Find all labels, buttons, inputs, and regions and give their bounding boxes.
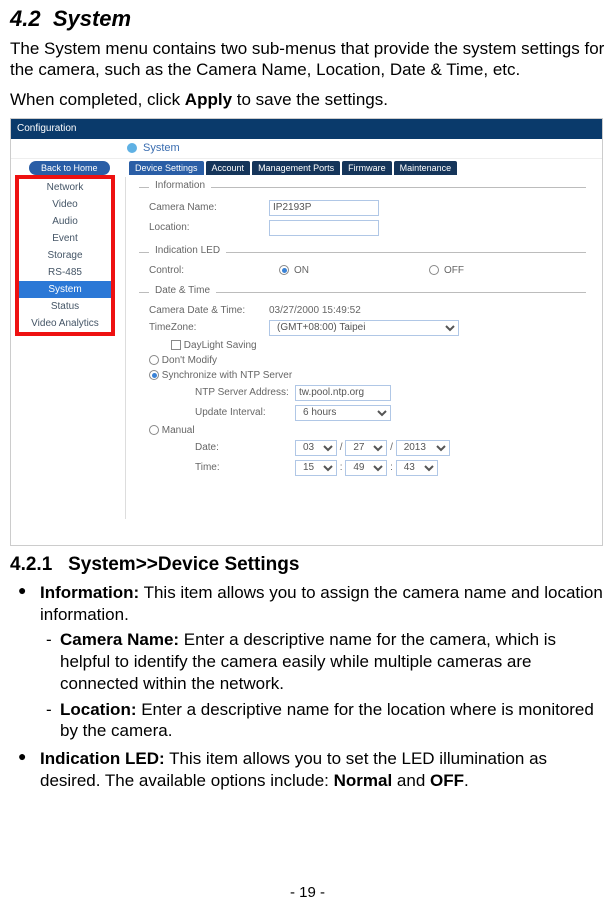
manual-radio[interactable]: Manual — [149, 425, 586, 436]
sidebar-item-event[interactable]: Event — [19, 230, 111, 247]
dash-camera-name: Camera Name: Enter a descriptive name fo… — [60, 629, 605, 694]
ntp-addr-label: NTP Server Address: — [195, 387, 295, 398]
section-number: 4.2 — [10, 6, 41, 31]
subsection-heading: 4.2.1 System>>Device Settings — [10, 554, 605, 576]
back-to-home-button[interactable]: Back to Home — [29, 161, 110, 175]
camera-name-input[interactable] — [269, 200, 379, 216]
camera-name-bold: Camera Name: — [60, 630, 179, 649]
tab-account[interactable]: Account — [206, 161, 251, 175]
manual-date-label: Date: — [195, 442, 295, 453]
apply-bold: Apply — [185, 90, 232, 109]
system-screenshot: Configuration System Device Settings Acc… — [10, 118, 603, 546]
breadcrumb-dot-icon — [127, 143, 137, 153]
date-year-select[interactable]: 2013 — [396, 440, 450, 456]
daylight-saving-row[interactable]: DayLight Saving — [171, 340, 586, 351]
sidebar-item-audio[interactable]: Audio — [19, 213, 111, 230]
section-para-1: The System menu contains two sub-menus t… — [10, 38, 605, 81]
timezone-select[interactable]: (GMT+08:00) Taipei — [269, 320, 459, 336]
breadcrumb-system: System — [143, 142, 180, 154]
camera-dt-value: 03/27/2000 15:49:52 — [269, 305, 361, 316]
section-title-text: System — [53, 6, 131, 31]
led-off-radio[interactable]: OFF — [429, 265, 464, 276]
subsection-number: 4.2.1 — [10, 554, 52, 575]
content-area: Information Camera Name: Location: Indic… — [131, 177, 594, 539]
sidebar-item-system[interactable]: System — [19, 281, 111, 298]
information-bold: Information: — [40, 583, 139, 602]
vertical-divider — [125, 177, 126, 519]
checkbox-icon — [171, 340, 181, 350]
dash-location: Location: Enter a descriptive name for t… — [60, 699, 605, 743]
radio-on-icon — [279, 265, 289, 275]
camera-dt-label: Camera Date & Time: — [149, 305, 269, 316]
indication-led-legend: Indication LED — [149, 245, 226, 256]
sidebar-item-video-analytics[interactable]: Video Analytics — [19, 315, 111, 332]
manual-time-label: Time: — [195, 462, 295, 473]
time-min-select[interactable]: 49 — [345, 460, 387, 476]
bullet-indication-led: Indication LED: This item allows you to … — [40, 748, 605, 792]
update-interval-select[interactable]: 6 hours — [295, 405, 391, 421]
bullet-information: Information: This item allows you to ass… — [40, 582, 605, 742]
dont-modify-radio[interactable]: Don't Modify — [149, 355, 586, 366]
sidebar: Network Video Audio Event Storage RS-485… — [15, 175, 115, 336]
information-fieldset: Information Camera Name: Location: — [139, 187, 586, 236]
section-para-2: When completed, click Apply to save the … — [10, 89, 605, 110]
location-bold: Location: — [60, 700, 137, 719]
daylight-label: DayLight Saving — [184, 340, 257, 351]
control-label: Control: — [149, 265, 269, 276]
camera-name-label: Camera Name: — [149, 202, 269, 213]
breadcrumb: System — [11, 139, 602, 159]
time-sec-select[interactable]: 43 — [396, 460, 438, 476]
datetime-legend: Date & Time — [149, 285, 216, 296]
tab-device-settings[interactable]: Device Settings — [129, 161, 204, 175]
location-label: Location: — [149, 222, 269, 233]
indication-led-bold: Indication LED: — [40, 749, 165, 768]
ntp-addr-input[interactable] — [295, 385, 391, 401]
led-on-radio[interactable]: ON — [279, 265, 309, 276]
config-label: Configuration — [17, 123, 76, 134]
radio-icon — [149, 355, 159, 365]
sidebar-item-video[interactable]: Video — [19, 196, 111, 213]
location-input[interactable] — [269, 220, 379, 236]
information-legend: Information — [149, 180, 211, 191]
bullet-list: Information: This item allows you to ass… — [10, 582, 605, 792]
date-day-select[interactable]: 27 — [345, 440, 387, 456]
tab-firmware[interactable]: Firmware — [342, 161, 392, 175]
config-header-bar: Configuration — [11, 119, 602, 139]
sidebar-item-network[interactable]: Network — [19, 179, 111, 196]
datetime-fieldset: Date & Time Camera Date & Time: 03/27/20… — [139, 292, 586, 476]
sidebar-item-storage[interactable]: Storage — [19, 247, 111, 264]
radio-off-icon — [429, 265, 439, 275]
page-number: - 19 - — [0, 884, 615, 901]
sidebar-item-rs485[interactable]: RS-485 — [19, 264, 111, 281]
indication-led-fieldset: Indication LED Control: ON OFF — [139, 252, 586, 276]
sync-ntp-radio[interactable]: Synchronize with NTP Server — [149, 370, 586, 381]
tab-maintenance[interactable]: Maintenance — [394, 161, 458, 175]
sidebar-item-status[interactable]: Status — [19, 298, 111, 315]
tab-management-ports[interactable]: Management Ports — [252, 161, 340, 175]
radio-icon — [149, 425, 159, 435]
timezone-label: TimeZone: — [149, 322, 269, 333]
update-interval-label: Update Interval: — [195, 407, 295, 418]
date-month-select[interactable]: 03 — [295, 440, 337, 456]
radio-on-icon — [149, 370, 159, 380]
section-heading: 4.2 System — [10, 6, 605, 32]
time-hour-select[interactable]: 15 — [295, 460, 337, 476]
subsection-title: System>>Device Settings — [68, 554, 299, 575]
